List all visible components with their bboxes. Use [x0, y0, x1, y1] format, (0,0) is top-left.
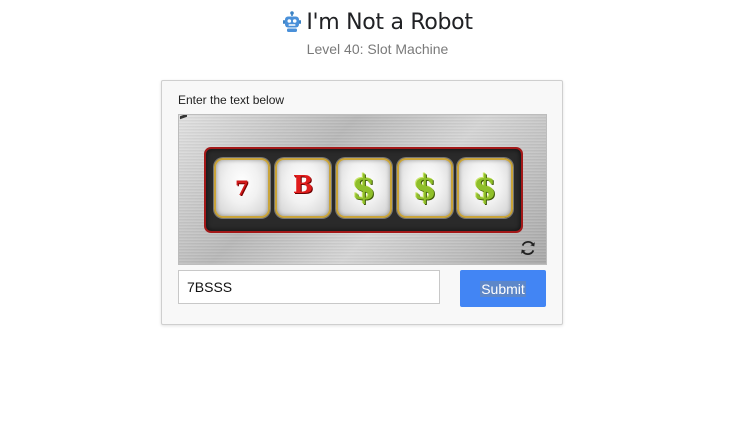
robot-icon	[282, 11, 302, 33]
reel-5: $	[457, 158, 513, 218]
page-title: I'm Not a Robot	[306, 9, 473, 35]
captcha-card: Enter the text below 7 B $ $ $ 7BSSS Sub…	[161, 80, 563, 325]
reel-symbol-dollar: $	[473, 168, 497, 208]
reel-3: $	[336, 158, 392, 218]
submit-button[interactable]: Submit	[460, 270, 546, 307]
reel-4: $	[397, 158, 453, 218]
captcha-prompt: Enter the text below	[178, 93, 285, 107]
submit-button-label: Submit	[480, 280, 526, 297]
level-subtitle: Level 40: Slot Machine	[306, 41, 449, 57]
title-row: I'm Not a Robot	[0, 8, 755, 36]
reel-frame: 7 B $ $ $	[204, 147, 523, 233]
captcha-answer-input[interactable]	[178, 270, 440, 304]
reel-symbol-dollar: $	[413, 168, 437, 208]
slot-machine-image: 7 B $ $ $	[178, 114, 547, 265]
reel-symbol-seven: 7	[235, 176, 249, 200]
reel-2: B	[275, 158, 331, 218]
reel-1: 7	[214, 158, 270, 218]
reel-symbol-bar: B	[292, 169, 314, 199]
corner-mark	[180, 115, 187, 120]
page-header: I'm Not a Robot Level 40: Slot Machine	[0, 8, 755, 57]
reel-symbol-dollar: $	[352, 168, 376, 208]
refresh-icon[interactable]	[519, 239, 537, 257]
